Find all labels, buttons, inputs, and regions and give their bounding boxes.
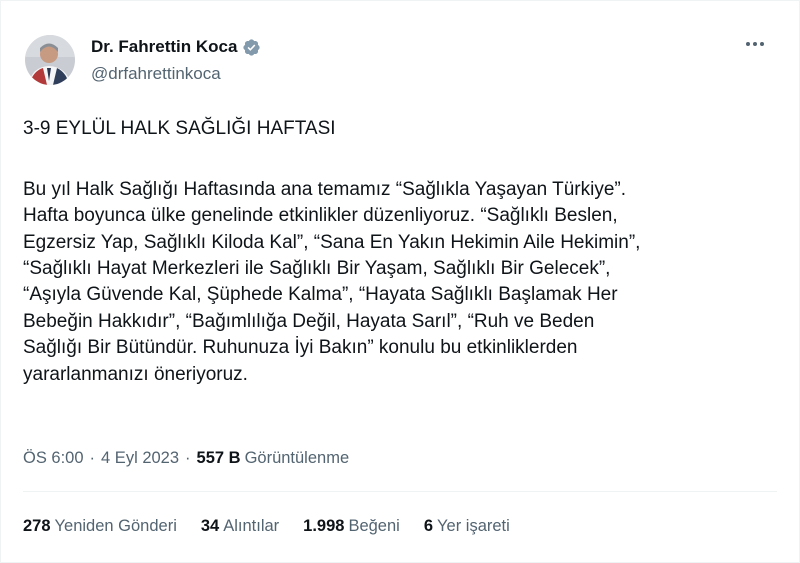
divider xyxy=(23,491,777,492)
avatar[interactable] xyxy=(25,35,75,85)
tweet-card: Dr. Fahrettin Koca @drfahrettinkoca 3-9 … xyxy=(0,0,800,563)
tweet-title: 3-9 EYLÜL HALK SAĞLIĞI HAFTASI xyxy=(23,118,336,139)
meta-separator: · xyxy=(89,449,96,467)
likes-stat[interactable]: 1.998 Beğeni xyxy=(303,517,400,536)
tweet-time[interactable]: ÖS 6:00 xyxy=(23,449,84,468)
author-name-row[interactable]: Dr. Fahrettin Koca xyxy=(91,37,261,57)
retweets-label: Yeniden Gönderi xyxy=(54,517,177,535)
views-label: Görüntülenme xyxy=(244,449,350,467)
views-count: 557 B xyxy=(196,449,241,467)
retweets-stat[interactable]: 278 Yeniden Gönderi xyxy=(23,517,177,536)
tweet-text: 3-9 EYLÜL HALK SAĞLIĞI HAFTASI Bu yıl Ha… xyxy=(23,116,783,388)
bookmarks-stat[interactable]: 6 Yer işareti xyxy=(424,517,510,536)
more-horizontal-icon[interactable] xyxy=(742,38,768,50)
tweet-line: “Aşıyla Güvende Kal, Şüphede Kalma”, “Ha… xyxy=(23,284,618,306)
quotes-stat[interactable]: 34 Alıntılar xyxy=(201,517,279,536)
tweet-meta: ÖS 6:00 · 4 Eyl 2023 · 557 B Görüntülenm… xyxy=(23,449,349,468)
avatar-image xyxy=(25,35,75,85)
engagement-stats: 278 Yeniden Gönderi 34 Alıntılar 1.998 B… xyxy=(23,517,534,536)
tweet-line: Hafta boyunca ülke genelinde etkinlikler… xyxy=(23,205,618,227)
likes-count: 1.998 xyxy=(303,517,345,535)
quotes-label: Alıntılar xyxy=(223,517,280,535)
verified-badge-icon xyxy=(243,38,261,56)
tweet-line: “Sağlıklı Hayat Merkezleri ile Sağlıklı … xyxy=(23,258,611,280)
author-display-name[interactable]: Dr. Fahrettin Koca xyxy=(91,37,237,57)
likes-label: Beğeni xyxy=(348,517,400,535)
quotes-count: 34 xyxy=(200,517,220,535)
tweet-line: yararlanmanızı öneriyoruz. xyxy=(23,363,248,385)
meta-separator: · xyxy=(185,449,191,467)
author-handle[interactable]: @drfahrettinkoca xyxy=(91,64,221,84)
tweet-line: Bebeğin Hakkıdır”, “Bağımlılığa Değil, H… xyxy=(23,310,595,332)
tweet-line: Bu yıl Halk Sağlığı Haftasında ana temam… xyxy=(23,178,627,200)
tweet-line: Egzersiz Yap, Sağlıklı Kiloda Kal”, “San… xyxy=(23,231,641,253)
bookmarks-count: 6 xyxy=(423,517,434,535)
retweets-count: 278 xyxy=(23,517,51,535)
tweet-date[interactable]: 4 Eyl 2023 xyxy=(101,449,179,468)
tweet-line: Sağlığı Bir Bütündür. Ruhunuza İyi Bakın… xyxy=(23,337,578,359)
bookmarks-label: Yer işareti xyxy=(437,517,510,535)
